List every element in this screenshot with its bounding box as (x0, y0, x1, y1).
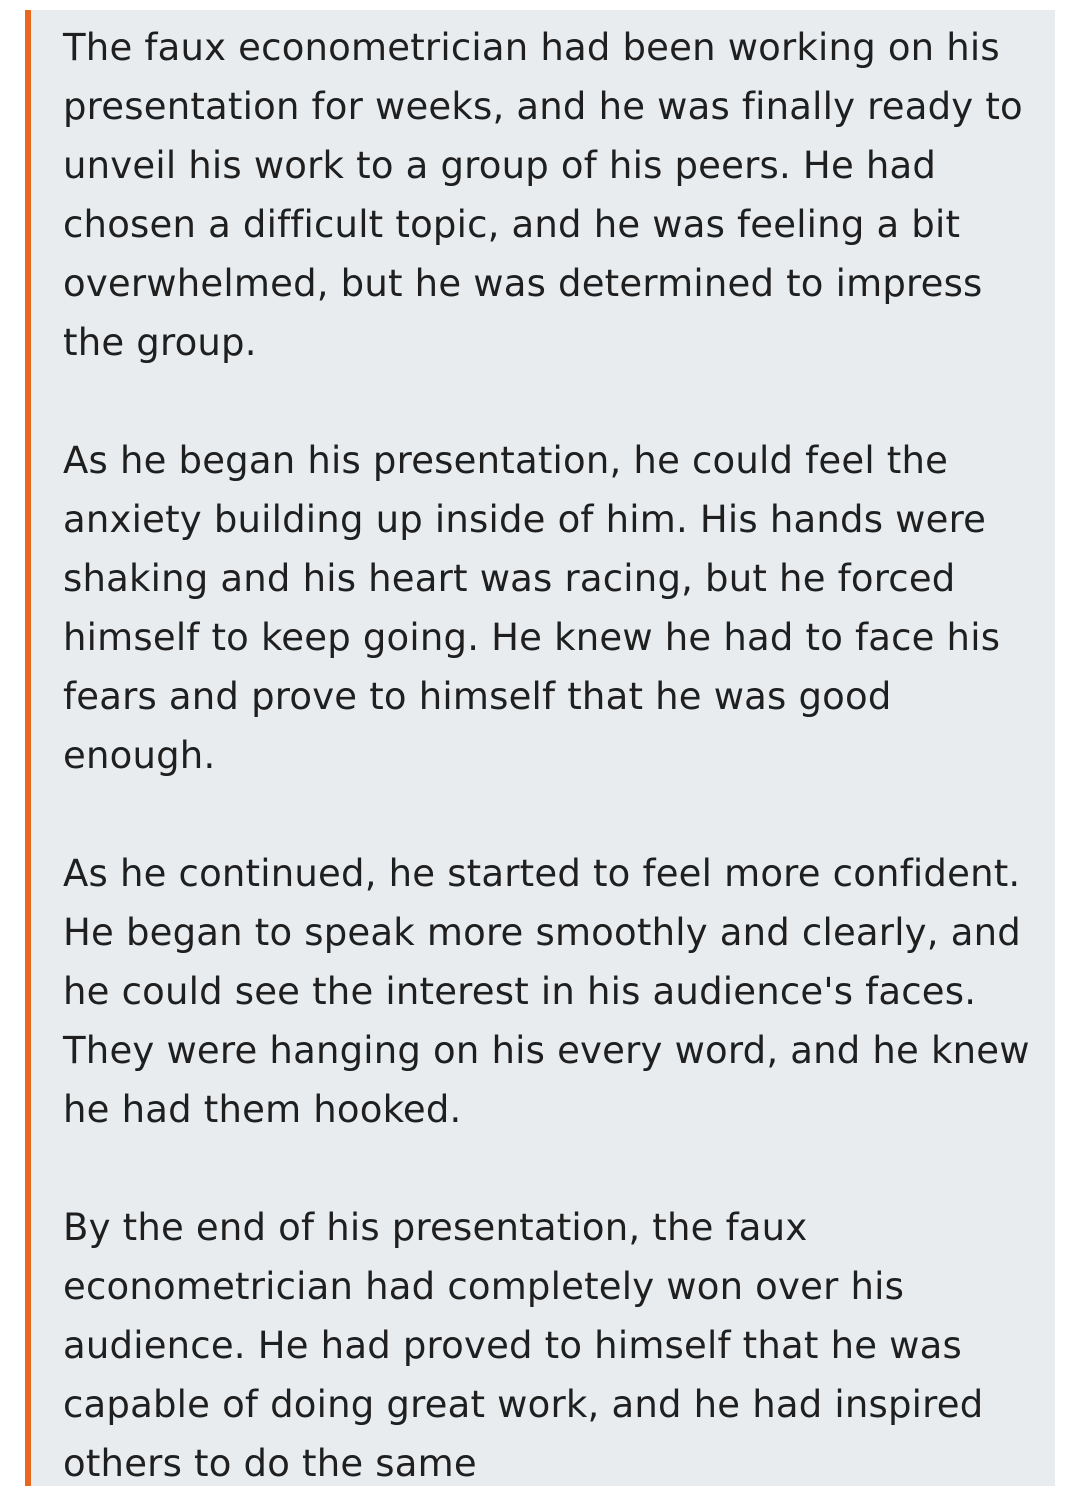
story-paragraph-3: As he continued, he started to feel more… (63, 852, 1030, 1131)
story-paragraph-1: The faux econometrician had been working… (63, 26, 1023, 364)
story-paragraph-4: By the end of his presentation, the faux… (63, 1206, 984, 1485)
story-quote-block: The faux econometrician had been working… (25, 10, 1055, 1486)
story-paragraph-2: As he began his presentation, he could f… (63, 439, 1001, 777)
